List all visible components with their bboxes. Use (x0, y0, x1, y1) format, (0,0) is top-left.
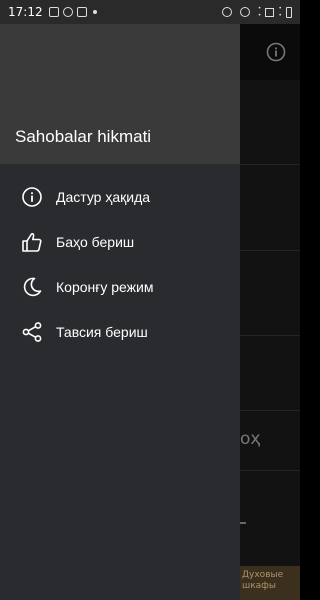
status-right-icons: • • • • (221, 5, 292, 19)
list-divider (240, 250, 300, 251)
ad-banner[interactable]: Духовые шкафы (240, 566, 300, 600)
moon-icon (20, 275, 44, 299)
list-divider (240, 410, 300, 411)
menu-item-rate[interactable]: Баҳо бериш (0, 219, 240, 264)
menu-item-label: Тавсия бериш (56, 323, 148, 340)
menu-item-share[interactable]: Тавсия бериш (0, 309, 240, 354)
battery-icon (286, 6, 292, 18)
menu-item-dark-mode[interactable]: Коронғу режим (0, 264, 240, 309)
share-icon (20, 320, 44, 344)
list-divider (240, 335, 300, 336)
data-activity-icon: • • (278, 5, 282, 19)
menu-item-label: Баҳо бериш (56, 233, 135, 250)
navigation-drawer: Sahobalar hikmati Дастур ҳақида Баҳо бер… (0, 0, 240, 600)
status-bar: 17:12 • • • • (0, 0, 300, 24)
drawer-menu: Дастур ҳақида Баҳо бериш Коронғу режим Т… (0, 174, 240, 354)
notification-dot-icon (92, 10, 97, 14)
background-dash (240, 522, 246, 524)
status-time: 17:12 (8, 5, 43, 19)
gallery-icon (48, 7, 59, 17)
ad-text: Духовые шкафы (242, 570, 284, 591)
camera-icon (76, 7, 87, 17)
messenger-icon (62, 7, 73, 17)
menu-item-label: Дастур ҳақида (56, 188, 151, 205)
thumb-up-icon (20, 230, 44, 254)
hotspot-icon (239, 7, 250, 17)
info-icon[interactable] (266, 42, 286, 62)
list-divider (240, 164, 300, 165)
alarm-icon (221, 7, 232, 17)
drawer-title: Sahobalar hikmati (15, 127, 152, 146)
menu-item-label: Коронғу режим (56, 278, 154, 295)
background-text-fragment: оҳ (240, 429, 261, 449)
network-type-icon: • • (257, 5, 262, 19)
menu-item-about[interactable]: Дастур ҳақида (0, 174, 240, 219)
info-icon (20, 185, 44, 209)
list-divider (240, 470, 300, 471)
signal-icon (265, 7, 275, 17)
